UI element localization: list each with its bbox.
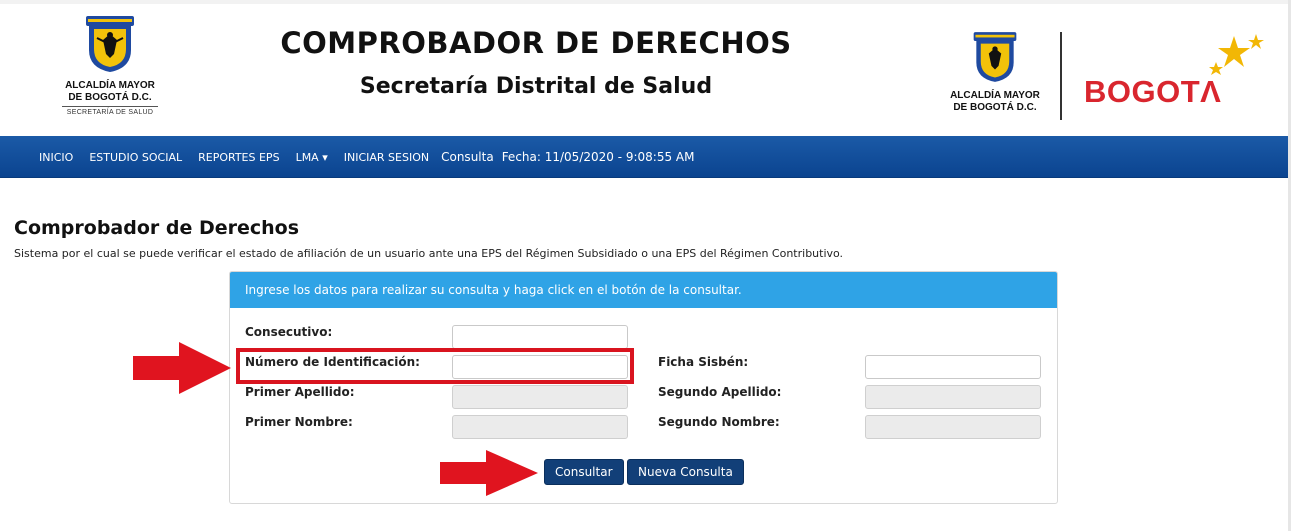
nav-fecha: Fecha: 11/05/2020 - 9:08:55 AM	[501, 150, 695, 164]
consulta-form-panel: Ingrese los datos para realizar su consu…	[229, 271, 1058, 504]
header-divider	[1060, 32, 1062, 120]
nav-consulta-label: Consulta	[441, 150, 494, 164]
red-right-arrow-icon	[440, 450, 538, 496]
primer-apellido-label: Primer Apellido:	[245, 385, 355, 399]
coat-of-arms-icon	[86, 16, 134, 72]
nav-inicio[interactable]: INICIO	[31, 151, 81, 164]
nav-estudio-social[interactable]: ESTUDIO SOCIAL	[81, 151, 190, 164]
alcaldia-logo-right[interactable]: ALCALDÍA MAYOR DE BOGOTÁ D.C.	[950, 30, 1040, 120]
nav-lma-dropdown[interactable]: LMA	[288, 151, 336, 164]
segundo-nombre-label: Segundo Nombre:	[658, 415, 780, 429]
logo-left-line1: ALCALDÍA MAYOR	[65, 80, 155, 91]
logo-right-line2: DE BOGOTÁ D.C.	[953, 102, 1037, 113]
page-description: Sistema por el cual se puede verificar e…	[14, 247, 844, 260]
red-right-arrow-icon	[133, 342, 231, 394]
primer-apellido-input	[452, 385, 628, 409]
bogota-brand-logo[interactable]: BOGOTΛ	[1084, 32, 1264, 122]
site-header: ALCALDÍA MAYOR DE BOGOTÁ D.C. SECRETARÍA…	[0, 4, 1288, 135]
logo-left-line3: SECRETARÍA DE SALUD	[66, 109, 154, 116]
nav-reportes-eps[interactable]: REPORTES EPS	[190, 151, 287, 164]
logo-right-line1: ALCALDÍA MAYOR	[950, 90, 1040, 101]
page-header-subtitle: Secretaría Distrital de Salud	[359, 74, 713, 99]
page-title: Comprobador de Derechos	[14, 217, 300, 239]
consecutivo-label: Consecutivo:	[245, 325, 333, 339]
alcaldia-logo-left[interactable]: ALCALDÍA MAYOR DE BOGOTÁ D.C. SECRETARÍA…	[58, 14, 162, 124]
nueva-consulta-button[interactable]: Nueva Consulta	[627, 459, 744, 485]
bogota-wordmark: BOGOTΛ	[1084, 74, 1222, 109]
consecutivo-input[interactable]	[452, 325, 628, 349]
primer-nombre-input	[452, 415, 628, 439]
consultar-button[interactable]: Consultar	[544, 459, 624, 485]
logo-left-line2: DE BOGOTÁ D.C.	[68, 92, 152, 103]
page-header-title: COMPROBADOR DE DERECHOS	[280, 26, 792, 60]
gold-stars-icon	[1209, 34, 1264, 75]
segundo-apellido-label: Segundo Apellido:	[658, 385, 782, 399]
nav-iniciar-sesion[interactable]: INICIAR SESION	[336, 151, 437, 164]
logo-divider	[62, 106, 158, 107]
segundo-apellido-input	[865, 385, 1041, 409]
ficha-sisben-input[interactable]	[865, 355, 1041, 379]
ficha-sisben-label: Ficha Sisbén:	[658, 355, 749, 369]
coat-of-arms-icon	[973, 32, 1017, 82]
main-navbar: INICIO ESTUDIO SOCIAL REPORTES EPS LMA I…	[0, 136, 1288, 178]
form-instructions: Ingrese los datos para realizar su consu…	[230, 272, 1057, 308]
segundo-nombre-input	[865, 415, 1041, 439]
identification-highlight-box	[236, 348, 634, 384]
primer-nombre-label: Primer Nombre:	[245, 415, 353, 429]
